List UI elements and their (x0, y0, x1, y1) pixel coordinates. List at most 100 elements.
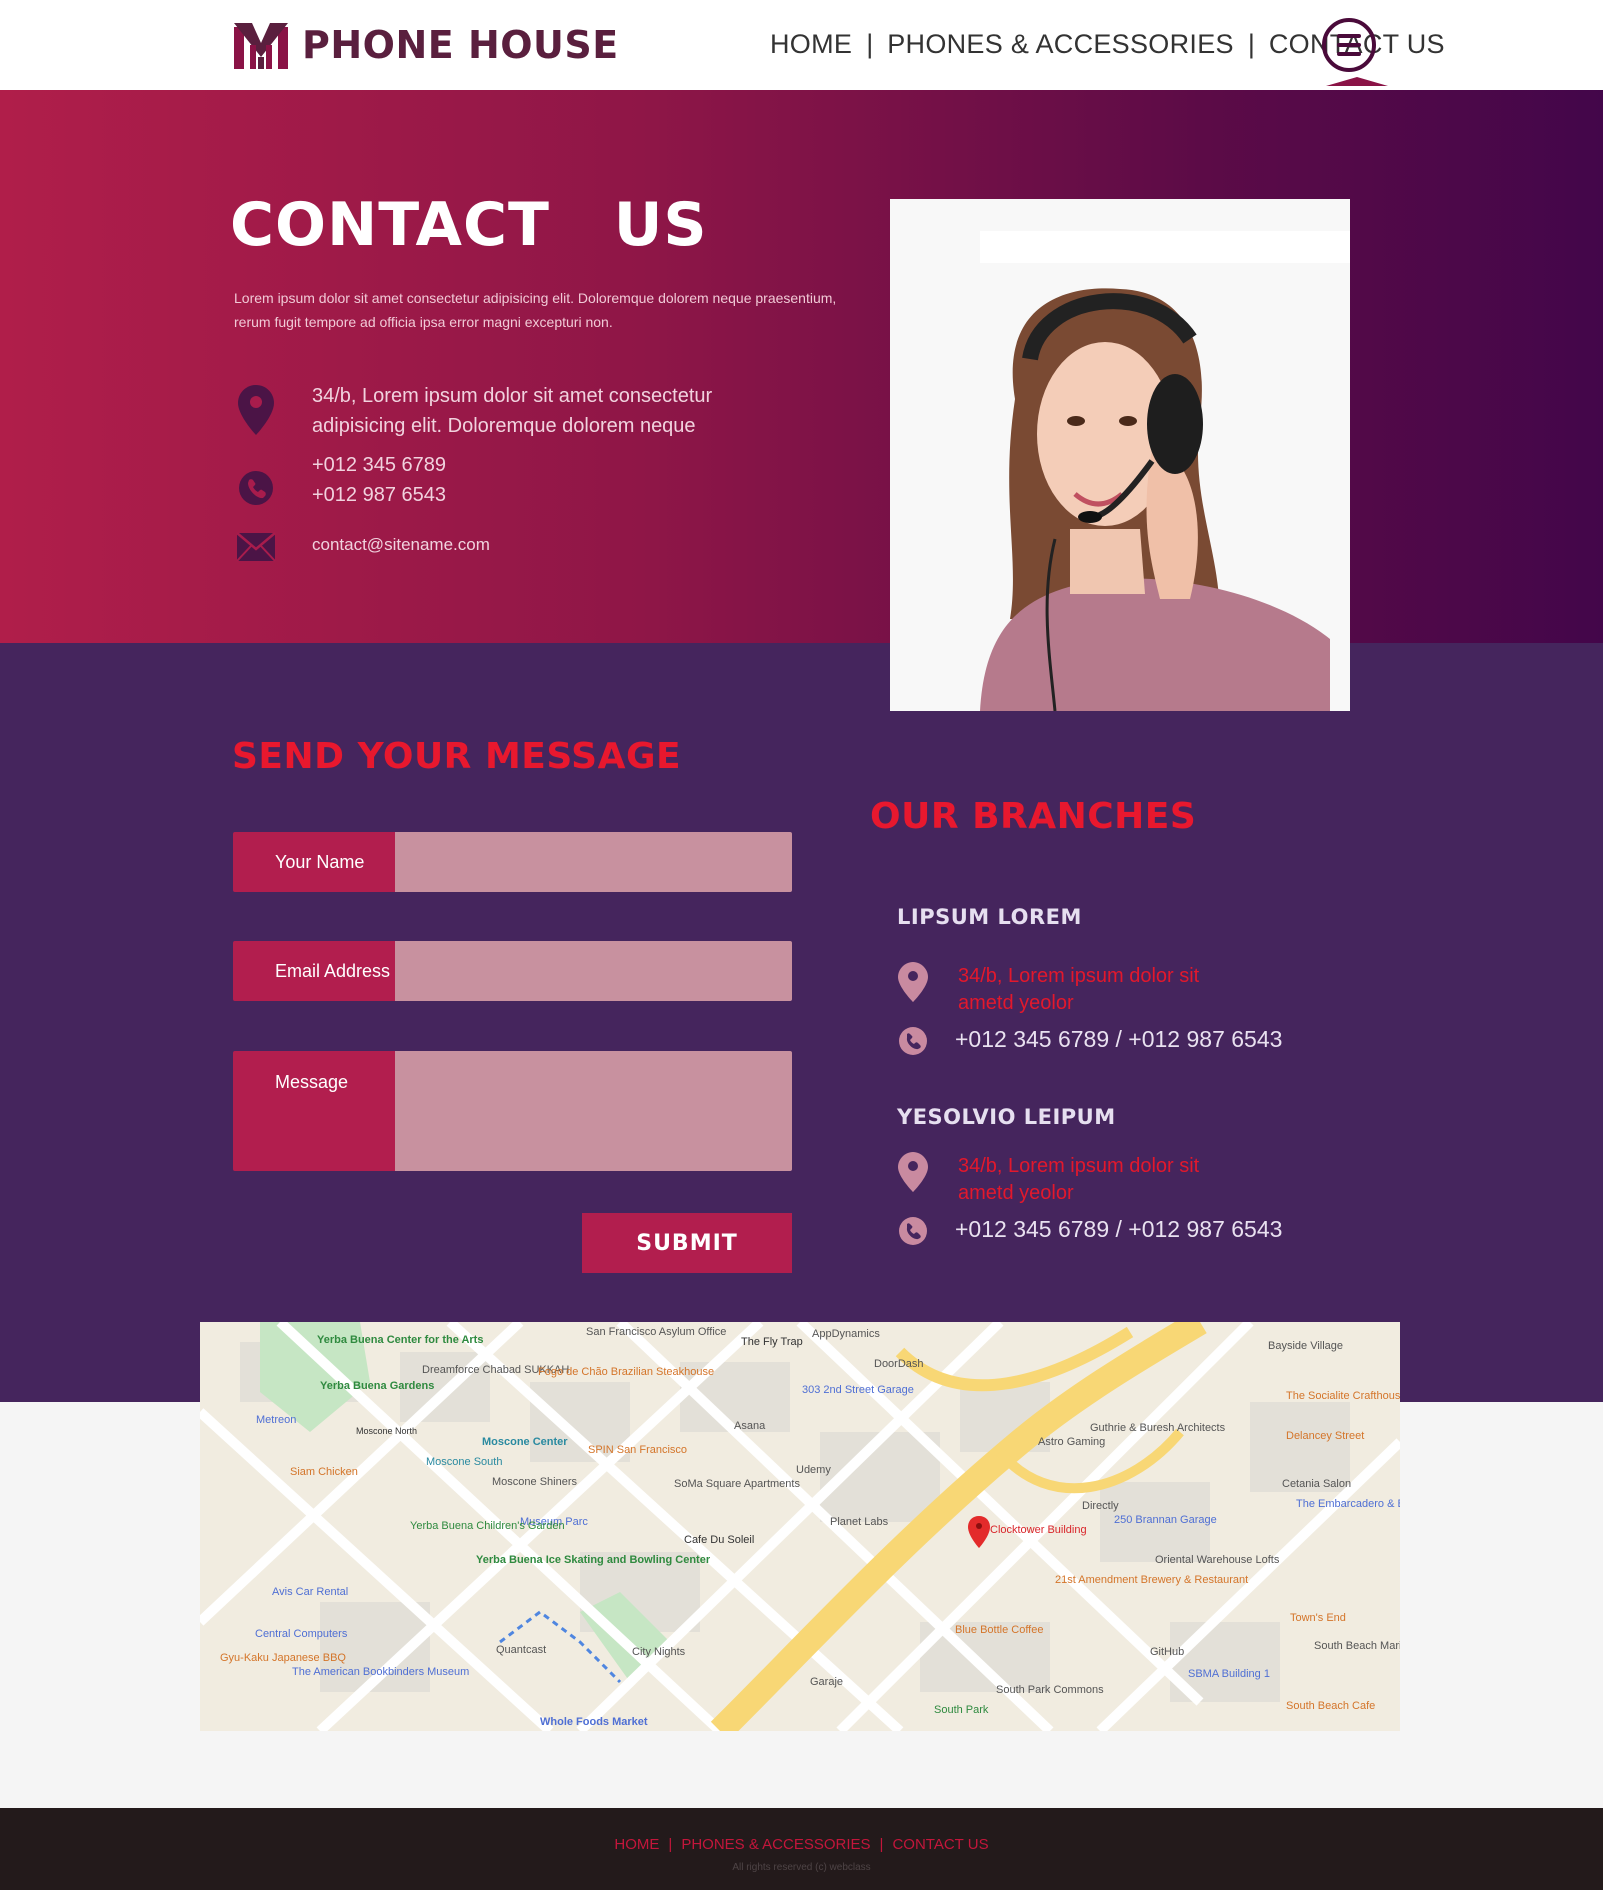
location-pin-icon (898, 962, 928, 1002)
support-agent-photo (890, 199, 1350, 711)
map-label: Delancey Street (1286, 1430, 1365, 1442)
nav-separator: | (1247, 28, 1255, 59)
page: PHONE HOUSE HOME | PHONES & ACCESSORIES … (0, 0, 1603, 1890)
copyright: All rights reserved (c) webclass (732, 1862, 871, 1873)
footer-nav-phones-accessories[interactable]: PHONES & ACCESSORIES (681, 1836, 870, 1853)
hero-phone-text: +012 345 6789 +012 987 6543 (312, 450, 446, 510)
branch-phones: +012 345 6789 / +012 987 6543 (955, 1216, 1283, 1242)
map-label: SoMa Square Apartments (674, 1478, 800, 1490)
branch-address: 34/b, Lorem ipsum dolor sit ametd yeolor (958, 1153, 1218, 1207)
map-label: 303 2nd Street Garage (802, 1384, 914, 1396)
email-label: Email Address (233, 941, 395, 1001)
branches-title: OUR BRANCHES (870, 796, 1197, 837)
menu-line (1337, 43, 1361, 47)
map-label: Yerba Buena Center for the Arts (317, 1334, 484, 1346)
name-input[interactable] (395, 832, 792, 892)
map-label: South Beach Marina Apartment (1314, 1640, 1400, 1652)
page-title: CONTACT US (230, 190, 708, 260)
hero-address-text: 34/b, Lorem ipsum dolor sit amet consect… (312, 381, 712, 441)
message-label: Message (233, 1051, 395, 1171)
hero-email: contact@sitename.com (234, 532, 490, 584)
map-label: Central Computers (255, 1628, 348, 1640)
submit-button[interactable]: SUBMIT (582, 1213, 792, 1273)
phone-icon (899, 1027, 927, 1055)
address-line: 34/b, Lorem ipsum dolor sit amet consect… (312, 385, 713, 407)
footer-separator: | (668, 1836, 673, 1853)
map-label: Yerba Buena Gardens (320, 1380, 435, 1392)
map-label: South Park Commons (996, 1684, 1104, 1696)
footer-separator: | (879, 1836, 884, 1853)
map-label: Asana (734, 1420, 766, 1432)
map-label: AppDynamics (812, 1328, 880, 1340)
map-label: SBMA Building 1 (1188, 1668, 1270, 1680)
map-label: Avis Car Rental (272, 1586, 349, 1598)
address-line: adipisicing elit. Doloremque dolorem neq… (312, 415, 696, 437)
map-label: Planet Labs (830, 1516, 889, 1528)
branch-address: 34/b, Lorem ipsum dolor sit ametd yeolor (958, 963, 1218, 1017)
menu-line (1337, 34, 1361, 38)
logo[interactable]: PHONE HOUSE (232, 20, 619, 70)
map-label: Moscone Center (482, 1436, 568, 1448)
map-label: Directly (1082, 1500, 1119, 1512)
nav-separator: | (866, 28, 874, 59)
map-label: GitHub (1150, 1646, 1185, 1658)
map-label: Blue Bottle Coffee (955, 1624, 1044, 1636)
location-pin-icon (234, 385, 278, 437)
map-label: The Embarcadero & Brannan St (1296, 1498, 1400, 1510)
envelope-icon (234, 532, 278, 584)
name-field: Your Name (233, 832, 792, 892)
hero-description: Lorem ipsum dolor sit amet consectetur a… (234, 290, 837, 330)
footer-nav-contact-us[interactable]: CONTACT US (892, 1836, 988, 1853)
contact-hero: CONTACT US Lorem ipsum dolor sit amet co… (0, 90, 1603, 643)
nav-home[interactable]: HOME (770, 29, 852, 60)
map-label: Cetania Salon (1282, 1478, 1352, 1490)
site-footer: HOME | PHONES & ACCESSORIES | CONTACT US All… (0, 1808, 1603, 1890)
hero-phones: +012 345 6789 +012 987 6543 (234, 454, 446, 522)
map-label: Fogo de Chão Brazilian Steakhouse (538, 1366, 715, 1378)
map-label: DoorDash (874, 1358, 924, 1370)
map-label: South Beach Cafe (1286, 1700, 1376, 1712)
phone-icon (234, 470, 278, 522)
email-link[interactable]: contact@sitename.com (312, 530, 490, 560)
map-label: 21st Amendment Brewery & Restaurant (1055, 1574, 1249, 1586)
map-label: 250 Brannan Garage (1114, 1514, 1217, 1526)
phone-number: +012 987 6543 (312, 484, 447, 506)
message-input[interactable] (395, 1051, 792, 1171)
branch-address-line: 34/b, Lorem ipsum dolor sit (958, 965, 1200, 987)
nav-phones-accessories[interactable]: PHONES & ACCESSORIES (887, 29, 1234, 60)
menu-line (1337, 52, 1361, 56)
map-label: Guthrie & Buresh Architects (1090, 1422, 1226, 1434)
map-label: Gyu-Kaku Japanese BBQ (220, 1652, 346, 1664)
branch-address-line: ametd yeolor (958, 1182, 1074, 1204)
branch-phones: +012 345 6789 / +012 987 6543 (955, 1026, 1283, 1052)
map-label: San Francisco Asylum Office (586, 1326, 727, 1338)
email-field: Email Address (233, 941, 792, 1001)
branch-map[interactable]: Yerba Buena Center for the Arts Yerba Bu… (200, 1322, 1400, 1731)
phone-icon (899, 1217, 927, 1245)
map-label: Whole Foods Market (540, 1716, 648, 1728)
branch-address-line: ametd yeolor (958, 992, 1074, 1014)
hamburger-menu-button[interactable] (1322, 18, 1376, 72)
location-pin-icon (898, 1152, 928, 1192)
phone-number: +012 345 6789 (312, 454, 447, 476)
map-label: Cafe Du Soleil (684, 1534, 755, 1546)
map-label: Udemy (796, 1464, 831, 1476)
map-label: Metreon (256, 1414, 297, 1426)
map-label: SPIN San Francisco (588, 1444, 688, 1456)
branch-name: YESOLVIO LEIPUM (897, 1105, 1116, 1129)
email-input[interactable] (395, 941, 792, 1001)
map-label: Bayside Village (1268, 1340, 1344, 1352)
message-field: Message (233, 1051, 792, 1171)
map-label: The American Bookbinders Museum (292, 1666, 470, 1678)
map-label: Astro Gaming (1038, 1436, 1106, 1448)
footer-nav: HOME | PHONES & ACCESSORIES | CONTACT US (0, 1836, 1603, 1853)
footer-nav-home[interactable]: HOME (614, 1836, 659, 1853)
site-header: PHONE HOUSE HOME | PHONES & ACCESSORIES … (0, 0, 1603, 90)
map-label: Yerba Buena Ice Skating and Bowling Cent… (476, 1554, 711, 1566)
send-message-title: SEND YOUR MESSAGE (232, 736, 682, 777)
map-label: City Nights (632, 1646, 686, 1658)
map-label: Moscone South (426, 1456, 503, 1468)
map-label: Oriental Warehouse Lofts (1155, 1554, 1280, 1566)
map-label: Garaje (810, 1676, 844, 1688)
map-label: Quantcast (496, 1644, 547, 1656)
